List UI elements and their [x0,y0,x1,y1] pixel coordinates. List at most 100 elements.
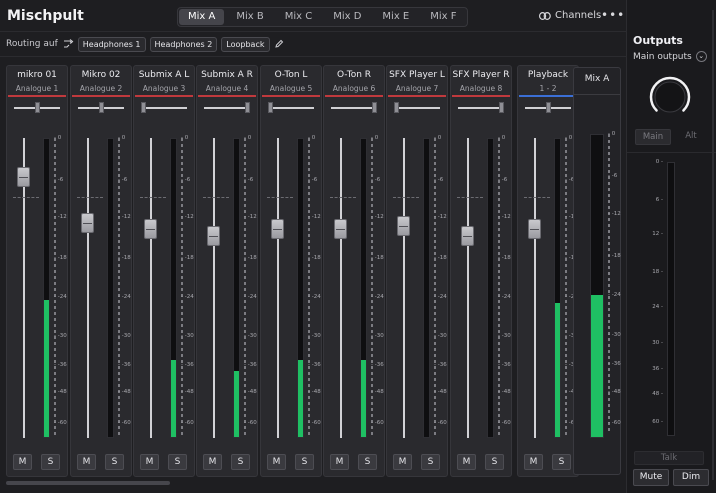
solo-toggle[interactable]: S [421,454,440,470]
fader-handle[interactable] [528,219,541,240]
pan-track[interactable] [204,107,250,109]
pan-knob[interactable] [268,102,273,113]
fader-track[interactable] [403,138,405,438]
mute-toggle[interactable]: M [393,454,412,470]
pan-track[interactable] [331,107,377,109]
mute-toggle[interactable]: M [203,454,222,470]
meter-scale: - 0 - -6 - -12 - -18 - -24 - -30 - -36 - -48 - -… [118,135,132,438]
tab-mix-c[interactable]: Mix C [276,9,322,25]
fader-handle[interactable] [271,219,284,240]
scale-tick: - -48 [308,389,321,396]
channel-strip: Submix A R Analogue 4 - 0 - -6 - -12 - -18 - -… [196,65,258,477]
scale-tick: - -12 [181,213,194,220]
fader-handle[interactable] [81,212,94,233]
fader-track[interactable] [534,138,536,438]
pan-knob[interactable] [245,102,250,113]
channels-button[interactable]: Channels [539,10,601,21]
mute-toggle[interactable]: M [267,454,286,470]
scale-tick: - -36 [118,361,131,368]
tab-mix-a[interactable]: Mix A [179,9,225,25]
meter-scale: - 0 - -6 - -12 - -18 - -24 - -30 - -36 - -48 - -… [498,135,512,438]
solo-toggle[interactable]: S [358,454,377,470]
meter-fill [44,299,49,437]
level-meter [423,138,430,438]
scale-tick: - -60 [608,419,621,426]
solo-toggle[interactable]: S [485,454,504,470]
tab-mix-b[interactable]: Mix B [227,9,272,25]
tab-mix-e[interactable]: Mix E [373,9,418,25]
fader-track[interactable] [213,138,215,438]
routing-target-1[interactable]: Headphones 1 [77,36,146,52]
scale-tick: - -48 [371,389,384,396]
mute-toggle[interactable]: M [457,454,476,470]
mute-toggle[interactable]: M [330,454,349,470]
volume-knob[interactable] [647,74,693,120]
mute-toggle[interactable]: M [77,454,96,470]
pan-knob[interactable] [141,102,146,113]
pan-knob[interactable] [98,102,104,113]
scale-tick: - -30 [371,333,384,339]
main-button[interactable]: Main [635,129,671,145]
pan-knob[interactable] [545,102,551,113]
tab-mix-f[interactable]: Mix F [421,9,465,25]
fader-track[interactable] [87,138,89,438]
mute-button[interactable]: Mute [633,469,669,486]
pan-track[interactable] [141,107,187,109]
fader-track[interactable] [277,138,279,438]
fader-handle[interactable] [334,219,347,240]
channel-input: Analogue 3 [142,84,186,93]
fader-handle[interactable] [207,225,220,246]
mute-toggle[interactable]: M [13,454,32,470]
fader-handle[interactable] [17,167,30,188]
pan-knob[interactable] [372,102,377,113]
scale-tick: - -18 [54,255,67,261]
pan-knob[interactable] [34,102,40,113]
scale-tick: - -30 [244,333,257,339]
scale-tick: - -6 [498,176,508,183]
routing-target-3[interactable]: Loopback [221,36,270,52]
dim-button[interactable]: Dim [673,469,709,486]
vertical-scrollbar[interactable] [712,10,714,480]
solo-toggle[interactable]: S [168,454,187,470]
pan-track[interactable] [394,107,440,109]
outputs-select[interactable]: Main outputs ⌄ [633,51,707,62]
pan-knob[interactable] [499,102,504,113]
fader-track[interactable] [150,138,152,438]
outputs-divider [627,152,716,153]
fader-track[interactable] [340,138,342,438]
talk-button[interactable]: Talk [634,451,704,465]
scale-tick: - -12 [308,213,321,220]
solo-toggle[interactable]: S [552,454,571,470]
pan-track[interactable] [268,107,314,109]
meter-fill [298,359,303,437]
mute-toggle[interactable]: M [524,454,543,470]
routing-target-2[interactable]: Headphones 2 [149,36,218,52]
mute-toggle[interactable]: M [140,454,159,470]
channel-strip: Submix A L Analogue 3 - 0 - -6 - -12 - -18 - -… [133,65,195,477]
alt-button[interactable]: Alt [675,129,707,145]
fader-handle[interactable] [144,219,157,240]
horizontal-scrollbar[interactable] [6,481,170,485]
solo-toggle[interactable]: S [105,454,124,470]
level-meter [107,138,114,438]
fader-handle[interactable] [397,215,410,236]
solo-toggle[interactable]: S [41,454,60,470]
scale-tick: - -6 [54,176,64,183]
meter-fill [171,359,176,437]
solo-toggle[interactable]: S [295,454,314,470]
mix-strip: Mix A - 0- -6- -12- -18- -24- -30- -36- … [573,67,621,475]
pan-knob[interactable] [394,102,399,113]
level-meter [487,138,494,438]
channel-name: SFX Player R [452,70,510,80]
meter-fill [234,371,239,437]
pencil-icon[interactable] [274,39,284,49]
scale-tick: - -18 [308,255,321,261]
pan-track[interactable] [458,107,504,109]
more-horizontal-icon[interactable]: ••• [601,8,625,22]
solo-toggle[interactable]: S [231,454,250,470]
tab-mix-d[interactable]: Mix D [324,9,370,25]
meter-scale: - 0 - -6 - -12 - -18 - -24 - -30 - -36 - -48 - -… [54,135,68,438]
fader-handle[interactable] [461,225,474,246]
fader-track[interactable] [467,138,469,438]
scale-tick: - -12 [608,210,621,217]
